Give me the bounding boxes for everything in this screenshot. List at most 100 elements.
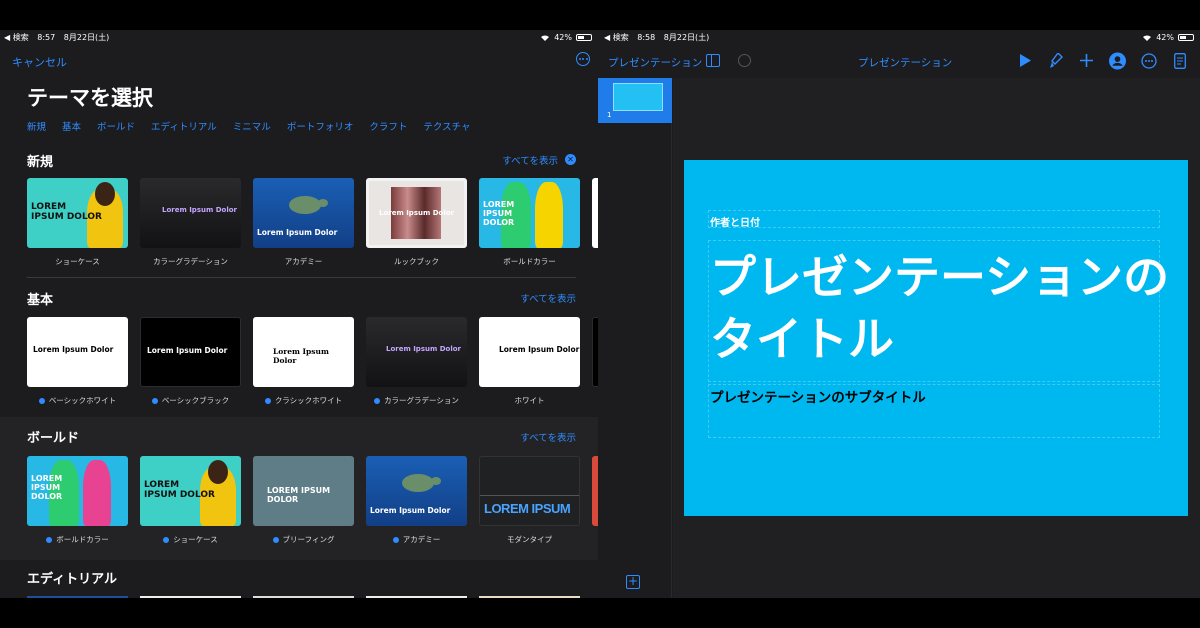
- theme-academy[interactable]: Lorem Ipsum Dolor アカデミー: [366, 456, 467, 545]
- section-title: 基本: [27, 293, 54, 308]
- thumb-text: Lorem Ipsum Dolor: [147, 346, 228, 355]
- theme-thumbnail: Lorem Ipsum Dolor: [140, 178, 241, 248]
- theme-thumbnail: LOREM IPSUM: [479, 456, 580, 526]
- theme-basic-black[interactable]: Lorem Ipsum Dolor ベーシックブラック: [140, 317, 241, 406]
- play-icon[interactable]: [1016, 52, 1033, 69]
- theme-bold-color[interactable]: LOREM IPSUM DOLOR ボールドカラー: [479, 178, 580, 267]
- presentations-button[interactable]: プレゼンテーション: [608, 55, 702, 70]
- close-icon[interactable]: ✕: [565, 154, 576, 165]
- theme-thumbnail: Lorem Ipsum Dolor: [366, 178, 467, 248]
- more-options-icon[interactable]: [1140, 52, 1157, 69]
- undo-icon[interactable]: [738, 54, 751, 67]
- slide-canvas: 作者と日付 プレゼンテーションのタイトル プレゼンテーションのサブタイトル: [673, 78, 1200, 598]
- theme-basic-white[interactable]: Lorem Ipsum Dolor ベーシックホワイト: [27, 317, 128, 406]
- wifi-icon: [541, 34, 550, 41]
- tab-portfolio[interactable]: ポートフォリオ: [287, 119, 354, 133]
- theme-label: ブリーフィング: [282, 535, 335, 544]
- theme-label: アカデミー: [402, 535, 441, 544]
- editor-toolbar: プレゼンテーション プレゼンテーション: [598, 44, 1200, 78]
- editorial-thumbnails-peek[interactable]: [27, 596, 580, 598]
- thumb-text: LOREM IPSUM DOLOR: [267, 486, 331, 504]
- installed-dot-icon: [46, 536, 53, 543]
- theme-showcase[interactable]: LOREM IPSUM DOLOR ショーケース: [27, 178, 128, 267]
- theme-label: ベーシックブラック: [161, 396, 230, 405]
- document-title[interactable]: プレゼンテーション: [858, 55, 952, 70]
- theme-thumbnail: Lorem Ipsum Dolor: [140, 317, 241, 387]
- theme-academy[interactable]: Lorem Ipsum Dolor アカデミー: [253, 178, 354, 267]
- format-brush-icon[interactable]: [1047, 52, 1064, 69]
- theme-label: カラーグラデーション: [384, 396, 459, 405]
- tab-editorial[interactable]: エディトリアル: [151, 119, 217, 133]
- thumb-text: Lorem Ipsum Dolor: [273, 347, 329, 365]
- turtle-icon: [402, 474, 441, 492]
- section-title: ボールド: [27, 431, 80, 446]
- category-tabs: 新規 基本 ボールド エディトリアル ミニマル ポートフォリオ クラフト テクス…: [27, 119, 470, 133]
- slide[interactable]: 作者と日付 プレゼンテーションのタイトル プレゼンテーションのサブタイトル: [684, 160, 1188, 516]
- status-bar: ◀ 検索 8:57 8月22日(土) 42%: [4, 30, 592, 44]
- installed-dot-icon: [38, 397, 45, 404]
- theme-briefing[interactable]: LOREM IPSUM DOLOR ブリーフィング: [253, 456, 354, 545]
- slide-subtitle-text[interactable]: プレゼンテーションのサブタイトル: [710, 386, 926, 406]
- theme-thumbnail: LOREM IPSUM DOLOR: [27, 456, 128, 526]
- keynote-editor-pane: ◀ 検索 8:58 8月22日(土) 42% プレゼンテーション プレゼンテーシ…: [598, 30, 1200, 598]
- slide-thumbnail-selected[interactable]: 1: [598, 78, 672, 123]
- back-to-search[interactable]: ◀ 検索: [4, 33, 29, 42]
- thumb-text: Lorem Ipsum Dolor: [257, 228, 338, 237]
- back-to-search[interactable]: ◀ 検索: [604, 33, 629, 42]
- document-icon[interactable]: [1171, 52, 1188, 69]
- theme-classic-white[interactable]: Lorem Ipsum Dolor クラシックホワイト: [253, 317, 354, 406]
- theme-modern-type[interactable]: LOREM IPSUM モダンタイプ: [479, 456, 580, 545]
- thumb-text: Lorem Ipsum Dolor: [162, 206, 237, 214]
- status-date: 8月22日(土): [63, 32, 110, 42]
- theme-thumbnail: Lorem Ipsum Dolor: [253, 178, 354, 248]
- add-icon[interactable]: [1078, 52, 1095, 69]
- theme-bold-color[interactable]: LOREM IPSUM DOLOR ボールドカラー: [27, 456, 128, 545]
- theme-white[interactable]: Lorem Ipsum Dolor ホワイト: [479, 317, 580, 406]
- installed-dot-icon: [272, 536, 279, 543]
- tab-texture[interactable]: テクスチャ: [423, 119, 470, 133]
- tab-new[interactable]: 新規: [27, 119, 46, 133]
- see-all-button[interactable]: すべてを表示: [502, 153, 558, 167]
- installed-dot-icon: [163, 536, 170, 543]
- thumb-text: LOREM IPSUM: [484, 501, 571, 516]
- author-placeholder-frame: [708, 210, 1160, 228]
- battery-icon: [1178, 33, 1194, 41]
- theme-label: ショーケース: [173, 535, 218, 544]
- tab-minimal[interactable]: ミニマル: [233, 119, 271, 133]
- battery-percent: 42%: [1156, 32, 1174, 42]
- theme-showcase[interactable]: LOREM IPSUM DOLOR ショーケース: [140, 456, 241, 545]
- slide-title-text[interactable]: プレゼンテーションのタイトル: [710, 246, 1170, 370]
- see-all-button[interactable]: すべてを表示: [520, 430, 576, 444]
- theme-thumbnail: LOREM IPSUM DOLOR: [479, 178, 580, 248]
- slide-navigator: 1 +: [598, 78, 672, 598]
- author-date-text[interactable]: 作者と日付: [710, 214, 760, 229]
- theme-label: クラシックホワイト: [274, 396, 343, 405]
- section-divider: [27, 277, 576, 278]
- page-title: テーマを選択: [27, 86, 153, 110]
- theme-color-gradient[interactable]: Lorem Ipsum Dolor カラーグラデーション: [140, 178, 241, 267]
- theme-color-gradient[interactable]: Lorem Ipsum Dolor カラーグラデーション: [366, 317, 467, 406]
- add-slide-icon[interactable]: +: [626, 575, 640, 589]
- theme-thumbnail: Lorem Ipsum Dolor: [366, 456, 467, 526]
- tab-craft[interactable]: クラフト: [369, 119, 407, 133]
- thumb-text: LOREM IPSUM DOLOR: [483, 200, 515, 227]
- section-editorial: エディトリアル: [0, 560, 598, 598]
- cancel-button[interactable]: キャンセル: [12, 54, 67, 70]
- theme-label: カラーグラデーション: [153, 257, 228, 266]
- status-date: 8月22日(土): [663, 32, 710, 42]
- thumb-text: LOREM IPSUM DOLOR: [144, 480, 215, 500]
- more-options-icon[interactable]: [576, 52, 590, 66]
- theme-thumbnail: Lorem Ipsum Dolor: [366, 317, 467, 387]
- tab-basic[interactable]: 基本: [62, 119, 81, 133]
- theme-thumbnail: LOREM IPSUM DOLOR: [140, 456, 241, 526]
- theme-thumbnail: LOREM IPSUM DOLOR: [253, 456, 354, 526]
- section-new: 新規 すべてを表示 ✕ LOREM IPSUM DOLOR ショーケース Lor…: [0, 146, 598, 276]
- tab-bold[interactable]: ボールド: [97, 119, 135, 133]
- theme-chooser-pane: ◀ 検索 8:57 8月22日(土) 42% キャンセル テーマを選択 新規 基…: [0, 30, 598, 598]
- theme-lookbook[interactable]: Lorem Ipsum Dolor ルックブック: [366, 178, 467, 267]
- theme-label: ルックブック: [394, 257, 439, 266]
- thumb-text: Lorem Ipsum Dolor: [386, 345, 461, 353]
- sidebar-toggle-icon[interactable]: [706, 54, 720, 67]
- collaborate-icon[interactable]: [1109, 52, 1126, 69]
- see-all-button[interactable]: すべてを表示: [520, 291, 576, 305]
